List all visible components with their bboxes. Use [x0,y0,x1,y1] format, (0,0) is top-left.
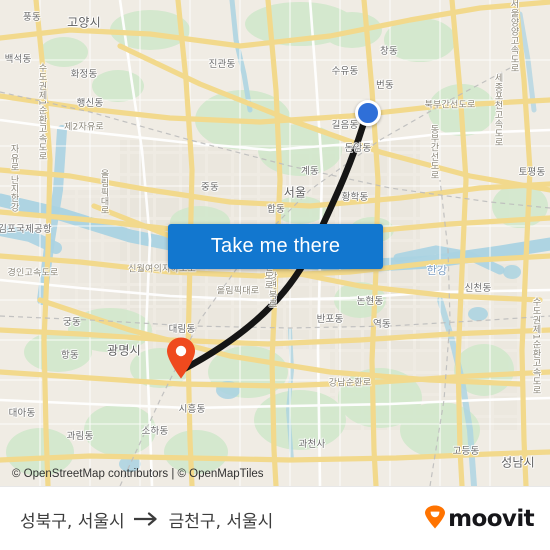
moovit-logo[interactable]: moovit [424,487,535,550]
moovit-wordmark: moovit [448,506,534,532]
destination-pin-marker[interactable] [166,337,196,379]
moovit-pin-icon [424,505,446,534]
origin-dot-marker[interactable] [355,100,381,126]
map-viewport[interactable]: 풍동 고양시 백석동 화정동 진관동 수유동 번동 창동 행신동 제2자유로 북부간선도로 길음동 돈암… [0,0,550,486]
map-attribution: © OpenStreetMap contributors | © OpenMap… [12,468,264,480]
take-me-there-button[interactable]: Take me there [168,224,383,269]
footer-bar: 성북구, 서울시 금천구, 서울시 moovit [0,486,550,550]
moovit-route-card: 풍동 고양시 백석동 화정동 진관동 수유동 번동 창동 행신동 제2자유로 북부간선도로 길음동 돈암… [0,0,550,550]
arrow-right-icon [133,512,160,526]
route-destination-label: 금천구, 서울시 [168,511,274,532]
route-origin-label: 성북구, 서울시 [20,511,125,532]
route-summary: 성북구, 서울시 금천구, 서울시 [20,487,273,550]
